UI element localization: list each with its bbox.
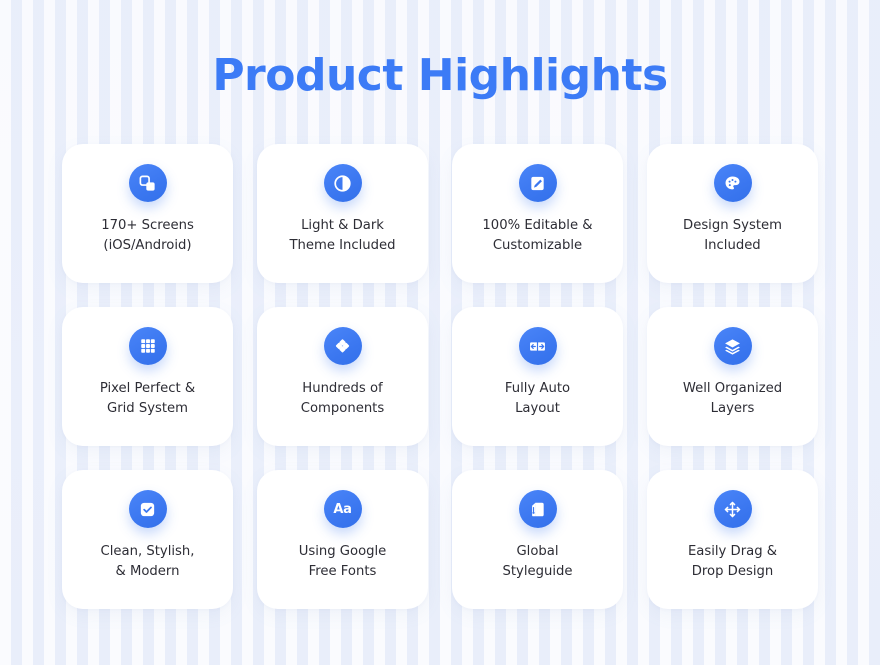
typography-aa-icon: Aa xyxy=(323,490,362,528)
layers-stack-icon xyxy=(713,327,752,365)
checkbox-check-icon xyxy=(128,490,167,528)
highlight-card-label: 170+ Screens (iOS/Android) xyxy=(101,218,194,254)
product-highlights-page: Product Highlights 170+ Screens (iOS/And… xyxy=(0,0,880,665)
grid-nine-squares-icon xyxy=(128,327,167,365)
typography-aa-glyph: Aa xyxy=(333,501,352,517)
highlight-card-drag-drop[interactable]: Easily Drag & Drop Design xyxy=(647,470,818,609)
highlight-card-label: Global Styleguide xyxy=(502,544,573,580)
highlight-card-theme[interactable]: Light & Dark Theme Included xyxy=(257,144,428,283)
highlight-card-label: Well Organized Layers xyxy=(682,381,783,417)
highlight-card-label: Pixel Perfect & Grid System xyxy=(99,381,196,417)
highlight-card-google-fonts[interactable]: Aa Using Google Free Fonts xyxy=(257,470,428,609)
edit-pencil-square-icon xyxy=(518,164,557,202)
page-title: Product Highlights xyxy=(212,50,668,101)
highlight-card-auto-layout[interactable]: Fully Auto Layout xyxy=(452,307,623,446)
move-four-arrows-icon xyxy=(713,490,752,528)
four-diamonds-component-icon xyxy=(323,327,362,365)
highlight-card-clean-modern[interactable]: Clean, Stylish, & Modern xyxy=(62,470,233,609)
paint-palette-icon xyxy=(713,164,752,202)
highlight-card-label: Easily Drag & Drop Design xyxy=(687,544,778,580)
styleguide-paint-icon xyxy=(518,490,557,528)
highlight-card-layers[interactable]: Well Organized Layers xyxy=(647,307,818,446)
highlight-card-label: Fully Auto Layout xyxy=(504,381,571,417)
highlight-card-label: 100% Editable & Customizable xyxy=(482,218,593,254)
contrast-half-circle-icon xyxy=(323,164,362,202)
screens-stack-icon xyxy=(128,164,167,202)
highlight-card-label: Light & Dark Theme Included xyxy=(289,218,396,254)
highlight-card-label: Hundreds of Components xyxy=(300,381,385,417)
highlight-card-styleguide[interactable]: Global Styleguide xyxy=(452,470,623,609)
highlight-card-components[interactable]: Hundreds of Components xyxy=(257,307,428,446)
highlight-card-editable[interactable]: 100% Editable & Customizable xyxy=(452,144,623,283)
highlight-card-label: Using Google Free Fonts xyxy=(298,544,387,580)
page-title-container: Product Highlights xyxy=(0,50,880,101)
highlight-card-pixel-perfect[interactable]: Pixel Perfect & Grid System xyxy=(62,307,233,446)
highlight-card-label: Clean, Stylish, & Modern xyxy=(100,544,195,580)
highlight-card-screens[interactable]: 170+ Screens (iOS/Android) xyxy=(62,144,233,283)
auto-layout-horizontal-icon xyxy=(518,327,557,365)
highlight-card-label: Design System Included xyxy=(683,218,782,254)
highlight-card-design-system[interactable]: Design System Included xyxy=(647,144,818,283)
highlights-grid: 170+ Screens (iOS/Android) Light & Dark … xyxy=(62,144,819,609)
